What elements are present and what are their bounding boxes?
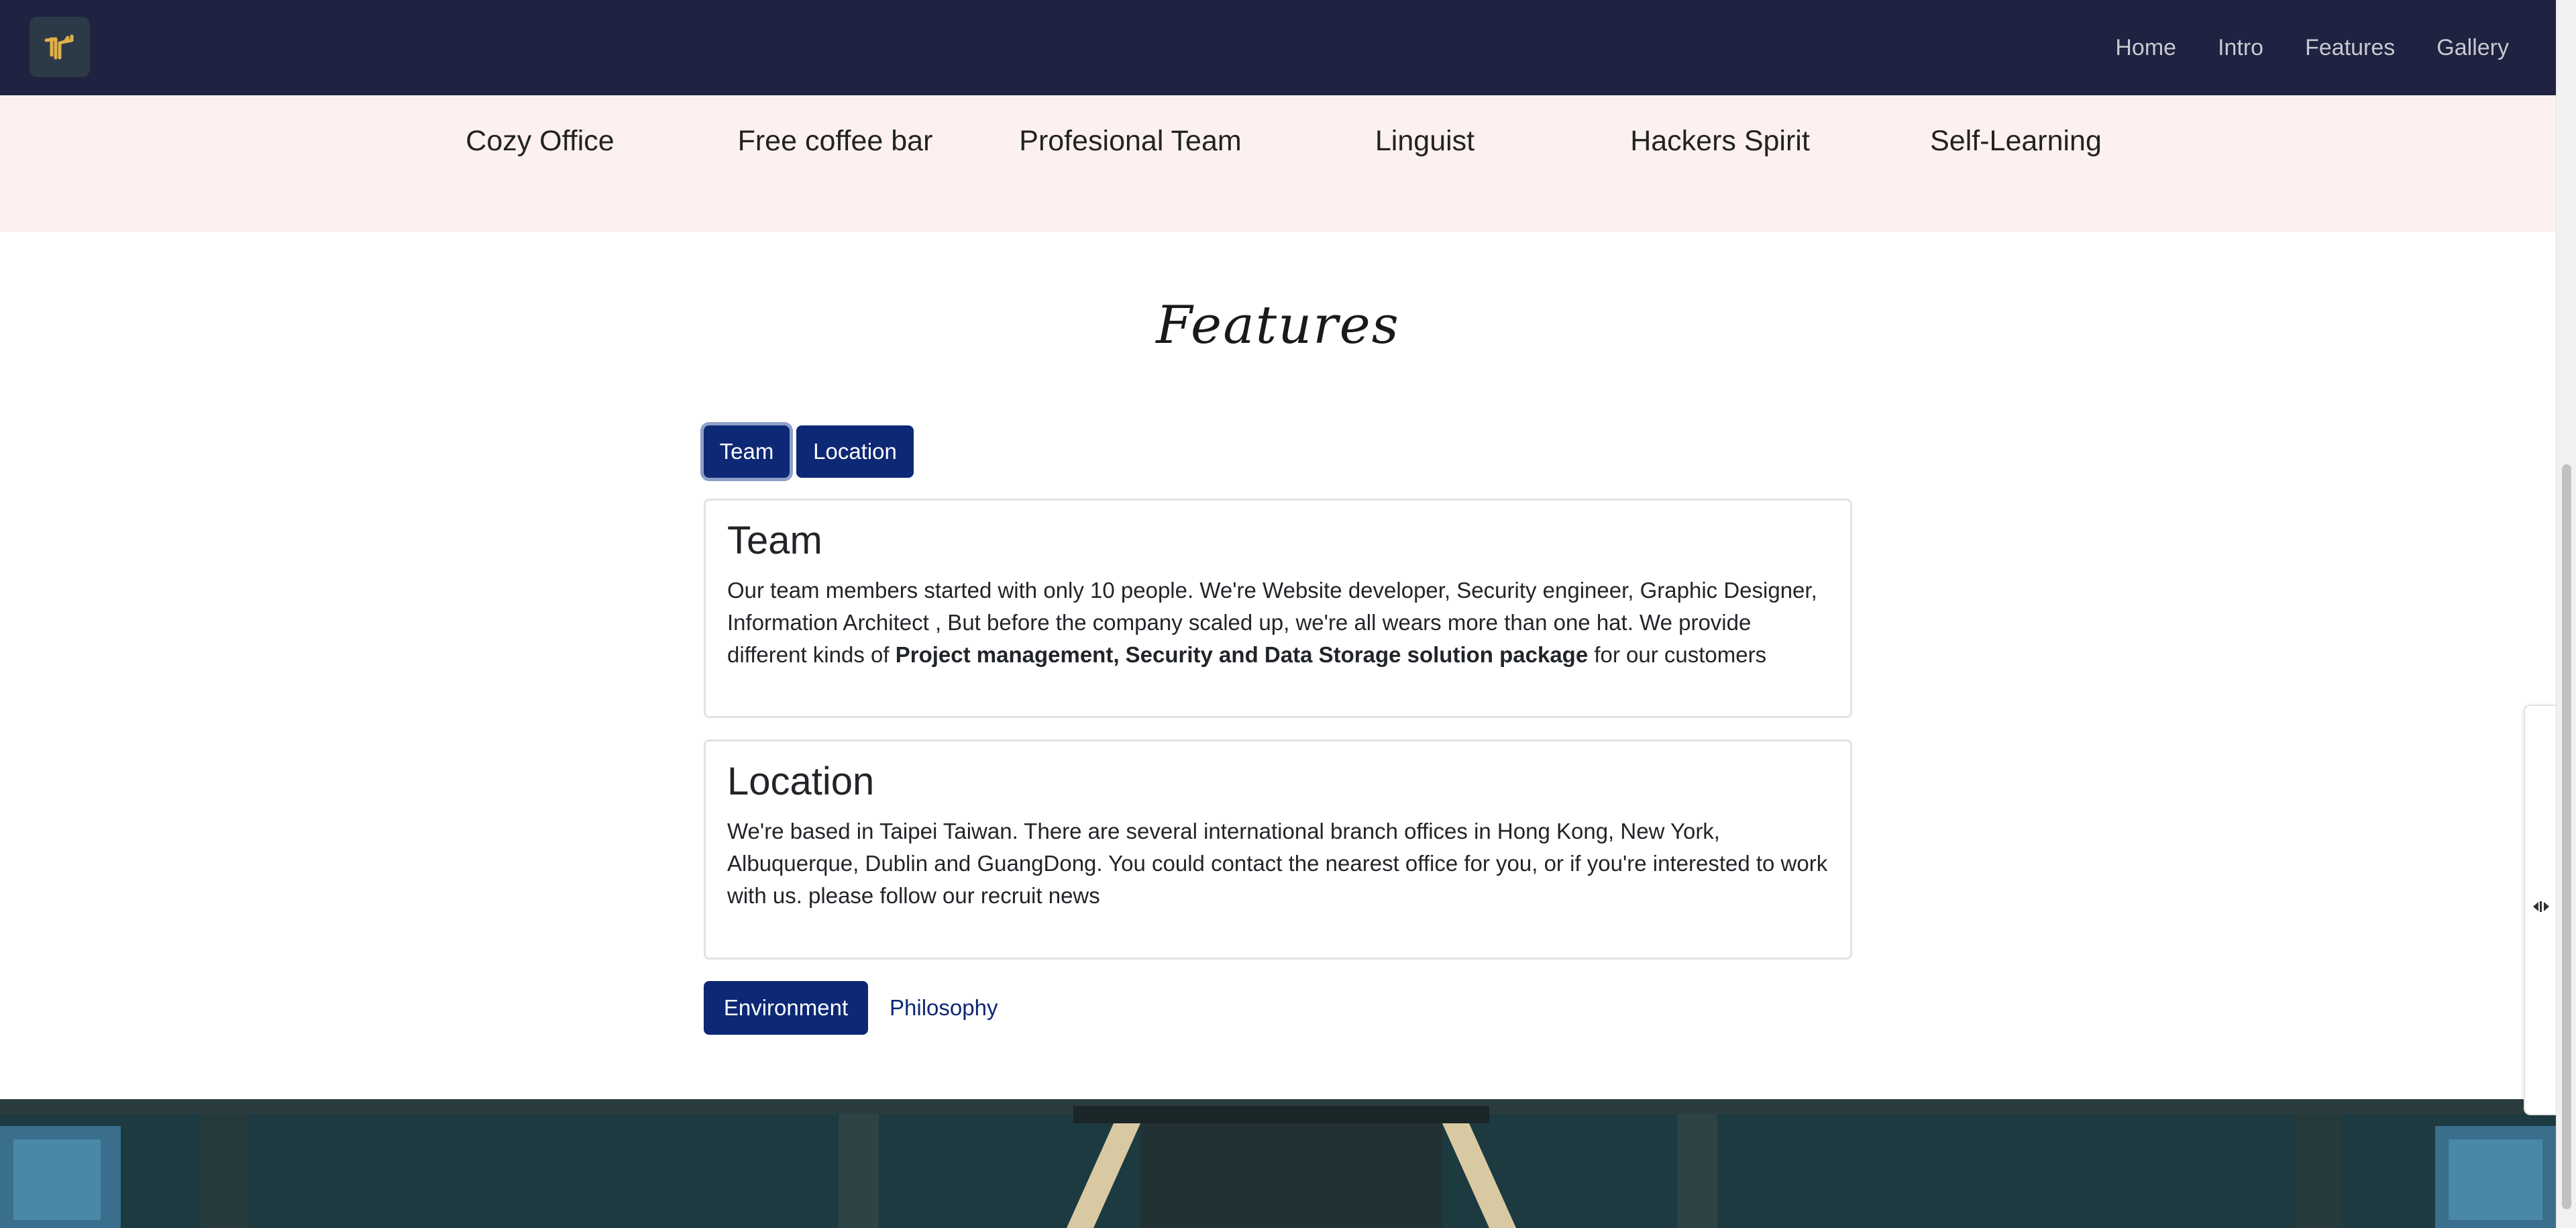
environment-button[interactable]: Environment [704, 981, 868, 1035]
office-photo-image [0, 1099, 2556, 1228]
team-card-title: Team [727, 519, 822, 562]
expand-arrows-icon [2533, 901, 2549, 912]
nav-link-intro[interactable]: Intro [2218, 35, 2263, 61]
amenities-section: Cozy Office Free coffee bar Profesional … [0, 86, 2556, 232]
amenity-label: Profesional Team [1019, 125, 1242, 157]
team-card-text: Our team members started with only 10 pe… [727, 574, 1829, 671]
amenity-label: Self-Learning [1930, 125, 2102, 157]
nav-links: Home Intro Features Gallery [2074, 0, 2509, 95]
top-navbar: Home Intro Features Gallery [0, 0, 2556, 95]
amenity-label: Linguist [1375, 125, 1475, 157]
scrollbar-thumb[interactable] [2562, 464, 2571, 1209]
amenity-label: Free coffee bar [737, 125, 933, 157]
features-tabs: Team Location [704, 425, 914, 478]
amenity-label: Hackers Spirit [1630, 125, 1810, 157]
nav-link-features[interactable]: Features [2305, 35, 2395, 61]
logo-icon[interactable] [30, 17, 90, 77]
page-scrollbar[interactable] [2556, 0, 2576, 1228]
nav-link-gallery[interactable]: Gallery [2436, 35, 2509, 61]
location-card-text: We're based in Taipei Taiwan. There are … [727, 818, 1828, 908]
amenity-label: Cozy Office [466, 125, 614, 157]
features-subnav: Environment Philosophy [704, 981, 998, 1035]
hero-image [0, 1099, 2556, 1228]
team-text-outro: for our customers [1588, 642, 1767, 667]
location-card-title: Location [727, 760, 875, 803]
location-card: Location We're based in Taipei Taiwan. T… [704, 739, 1852, 960]
logo-glyph-icon [44, 34, 74, 60]
features-heading: Features [1156, 295, 1400, 356]
nav-link-home[interactable]: Home [2115, 35, 2176, 61]
philosophy-link[interactable]: Philosophy [890, 995, 998, 1021]
team-card: Team Our team members started with only … [704, 499, 1852, 718]
side-panel-toggle[interactable] [2524, 705, 2556, 1115]
team-text-highlight: Project management, Security and Data St… [895, 642, 1589, 667]
tab-location[interactable]: Location [796, 425, 914, 478]
tab-team[interactable]: Team [704, 425, 790, 478]
